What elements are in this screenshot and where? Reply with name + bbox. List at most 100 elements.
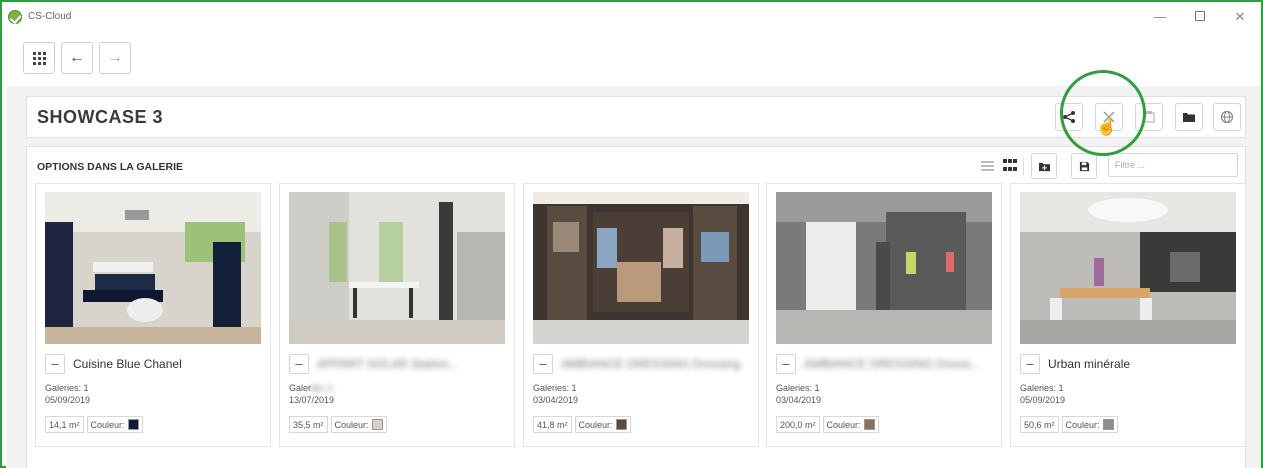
card-tags: 35,5 m² Couleur: [289, 416, 387, 434]
card-galleries: Galeries: 1 [1020, 383, 1064, 393]
card-title-row: – Urban minérale [1020, 354, 1236, 374]
area-badge: 200,0 m² [776, 416, 820, 433]
area-value: 41,8 m² [537, 419, 568, 430]
card-thumbnail[interactable] [45, 192, 261, 344]
card-meta: Galeries: 1 05/09/2019 [45, 382, 90, 406]
gallery-panel: OPTIONS DANS LA GALERIE Filtre ... – Cui… [26, 146, 1246, 468]
card-galleries: Galeries: 1 [289, 383, 333, 393]
toolbar-divider [1023, 157, 1024, 175]
forward-button[interactable]: → [99, 42, 131, 74]
area-badge: 14,1 m² [45, 416, 84, 433]
color-swatch [371, 419, 383, 430]
folder-button[interactable] [1175, 103, 1203, 131]
card-name: AMBIANCE DRESSING Dressing [561, 357, 741, 371]
color-label: Couleur: [334, 419, 369, 430]
page-title: SHOWCASE 3 [37, 107, 164, 127]
section-title: OPTIONS DANS LA GALERIE [37, 161, 184, 173]
card-title-row: – Cuisine Blue Chanel [45, 354, 261, 374]
gallery-card[interactable]: – APPART SOLAR Station... Galeries: 1 13… [279, 183, 515, 447]
card-tags: 200,0 m² Couleur: [776, 416, 879, 434]
folder-plus-icon [1038, 162, 1050, 171]
color-label: Couleur: [578, 419, 613, 430]
app-logo-icon [8, 10, 22, 24]
color-label: Couleur: [826, 419, 861, 430]
card-name: APPART SOLAR Station... [317, 357, 459, 371]
area-value: 35,5 m² [293, 419, 324, 430]
card-title-row: – AMBIANCE DRESSING Dressi... [776, 354, 992, 374]
minimize-button[interactable]: — [1150, 8, 1170, 26]
card-date: 05/09/2019 [1020, 395, 1066, 405]
card-date: 13/07/2019 [289, 395, 335, 405]
highlight-circle [1060, 70, 1146, 156]
back-button[interactable]: ← [61, 42, 93, 74]
card-tags: 14,1 m² Couleur: [45, 416, 143, 434]
save-icon [1079, 161, 1089, 171]
color-badge: Couleur: [86, 416, 143, 433]
color-swatch [1102, 419, 1114, 430]
remove-button[interactable]: – [533, 354, 553, 374]
gallery-card[interactable]: – AMBIANCE DRESSING Dressing Galeries: 1… [523, 183, 759, 447]
card-tags: 50,6 m² Couleur: [1020, 416, 1118, 434]
maximize-icon [1195, 11, 1205, 21]
grid-icon [32, 51, 46, 65]
card-meta: Galeries: 1 05/09/2019 [1020, 382, 1065, 406]
folder-icon [1183, 113, 1195, 122]
card-thumbnail[interactable] [776, 192, 992, 344]
card-meta: Galeries: 1 03/04/2019 [533, 382, 578, 406]
card-name: AMBIANCE DRESSING Dressi... [804, 357, 981, 371]
color-label: Couleur: [1065, 419, 1100, 430]
list-view-icon[interactable] [981, 159, 997, 173]
remove-button[interactable]: – [289, 354, 309, 374]
color-swatch [863, 419, 875, 430]
card-date: 03/04/2019 [533, 395, 579, 405]
card-title-row: – APPART SOLAR Station... [289, 354, 505, 374]
hand-cursor-icon: ☝ [1096, 117, 1118, 136]
gallery-card[interactable]: – Cuisine Blue Chanel Galeries: 1 05/09/… [35, 183, 271, 447]
color-label: Couleur: [90, 419, 125, 430]
card-date: 05/09/2019 [45, 395, 91, 405]
color-badge: Couleur: [330, 416, 387, 433]
area-badge: 41,8 m² [533, 416, 572, 433]
grid-view-icon[interactable] [1003, 159, 1019, 173]
toolbar: ← → [2, 32, 1261, 88]
card-thumbnail[interactable] [533, 192, 749, 344]
gallery-card[interactable]: – AMBIANCE DRESSING Dressi... Galeries: … [766, 183, 1002, 447]
add-folder-button[interactable] [1031, 153, 1057, 179]
globe-button[interactable] [1213, 103, 1241, 131]
filter-input[interactable] [1108, 153, 1238, 177]
card-galleries: Galeries: 1 [45, 383, 89, 393]
close-button[interactable]: ✕ [1230, 8, 1250, 26]
apps-menu-button[interactable] [23, 42, 55, 74]
area-badge: 50,6 m² [1020, 416, 1059, 433]
card-title-row: – AMBIANCE DRESSING Dressing [533, 354, 749, 374]
card-name: Urban minérale [1048, 357, 1131, 371]
card-galleries: Galeries: 1 [776, 383, 820, 393]
remove-button[interactable]: – [1020, 354, 1040, 374]
color-swatch [615, 419, 627, 430]
app-title: CS-Cloud [28, 11, 72, 22]
color-swatch [127, 419, 139, 430]
color-badge: Couleur: [822, 416, 879, 433]
area-badge: 35,5 m² [289, 416, 328, 433]
remove-button[interactable]: – [776, 354, 796, 374]
card-name: Cuisine Blue Chanel [73, 357, 182, 371]
gallery-card[interactable]: – Urban minérale Galeries: 1 05/09/2019 … [1010, 183, 1246, 447]
globe-icon [1220, 110, 1234, 124]
remove-button[interactable]: – [45, 354, 65, 374]
color-badge: Couleur: [1061, 416, 1118, 433]
card-date: 03/04/2019 [776, 395, 822, 405]
title-bar: CS-Cloud — ✕ [2, 2, 1261, 32]
card-galleries: Galeries: 1 [533, 383, 577, 393]
area-value: 50,6 m² [1024, 419, 1055, 430]
card-meta: Galeries: 1 13/07/2019 [289, 382, 334, 406]
area-value: 14,1 m² [49, 419, 80, 430]
save-button[interactable] [1071, 153, 1097, 179]
card-thumbnail[interactable] [289, 192, 505, 344]
maximize-button[interactable] [1190, 8, 1210, 26]
card-tags: 41,8 m² Couleur: [533, 416, 631, 434]
color-badge: Couleur: [574, 416, 631, 433]
app-window: CS-Cloud — ✕ ← → SHOWCASE 3 OPTIONS DANS… [0, 0, 1263, 468]
area-value: 200,0 m² [780, 419, 816, 430]
card-meta: Galeries: 1 03/04/2019 [776, 382, 821, 406]
card-thumbnail[interactable] [1020, 192, 1236, 344]
